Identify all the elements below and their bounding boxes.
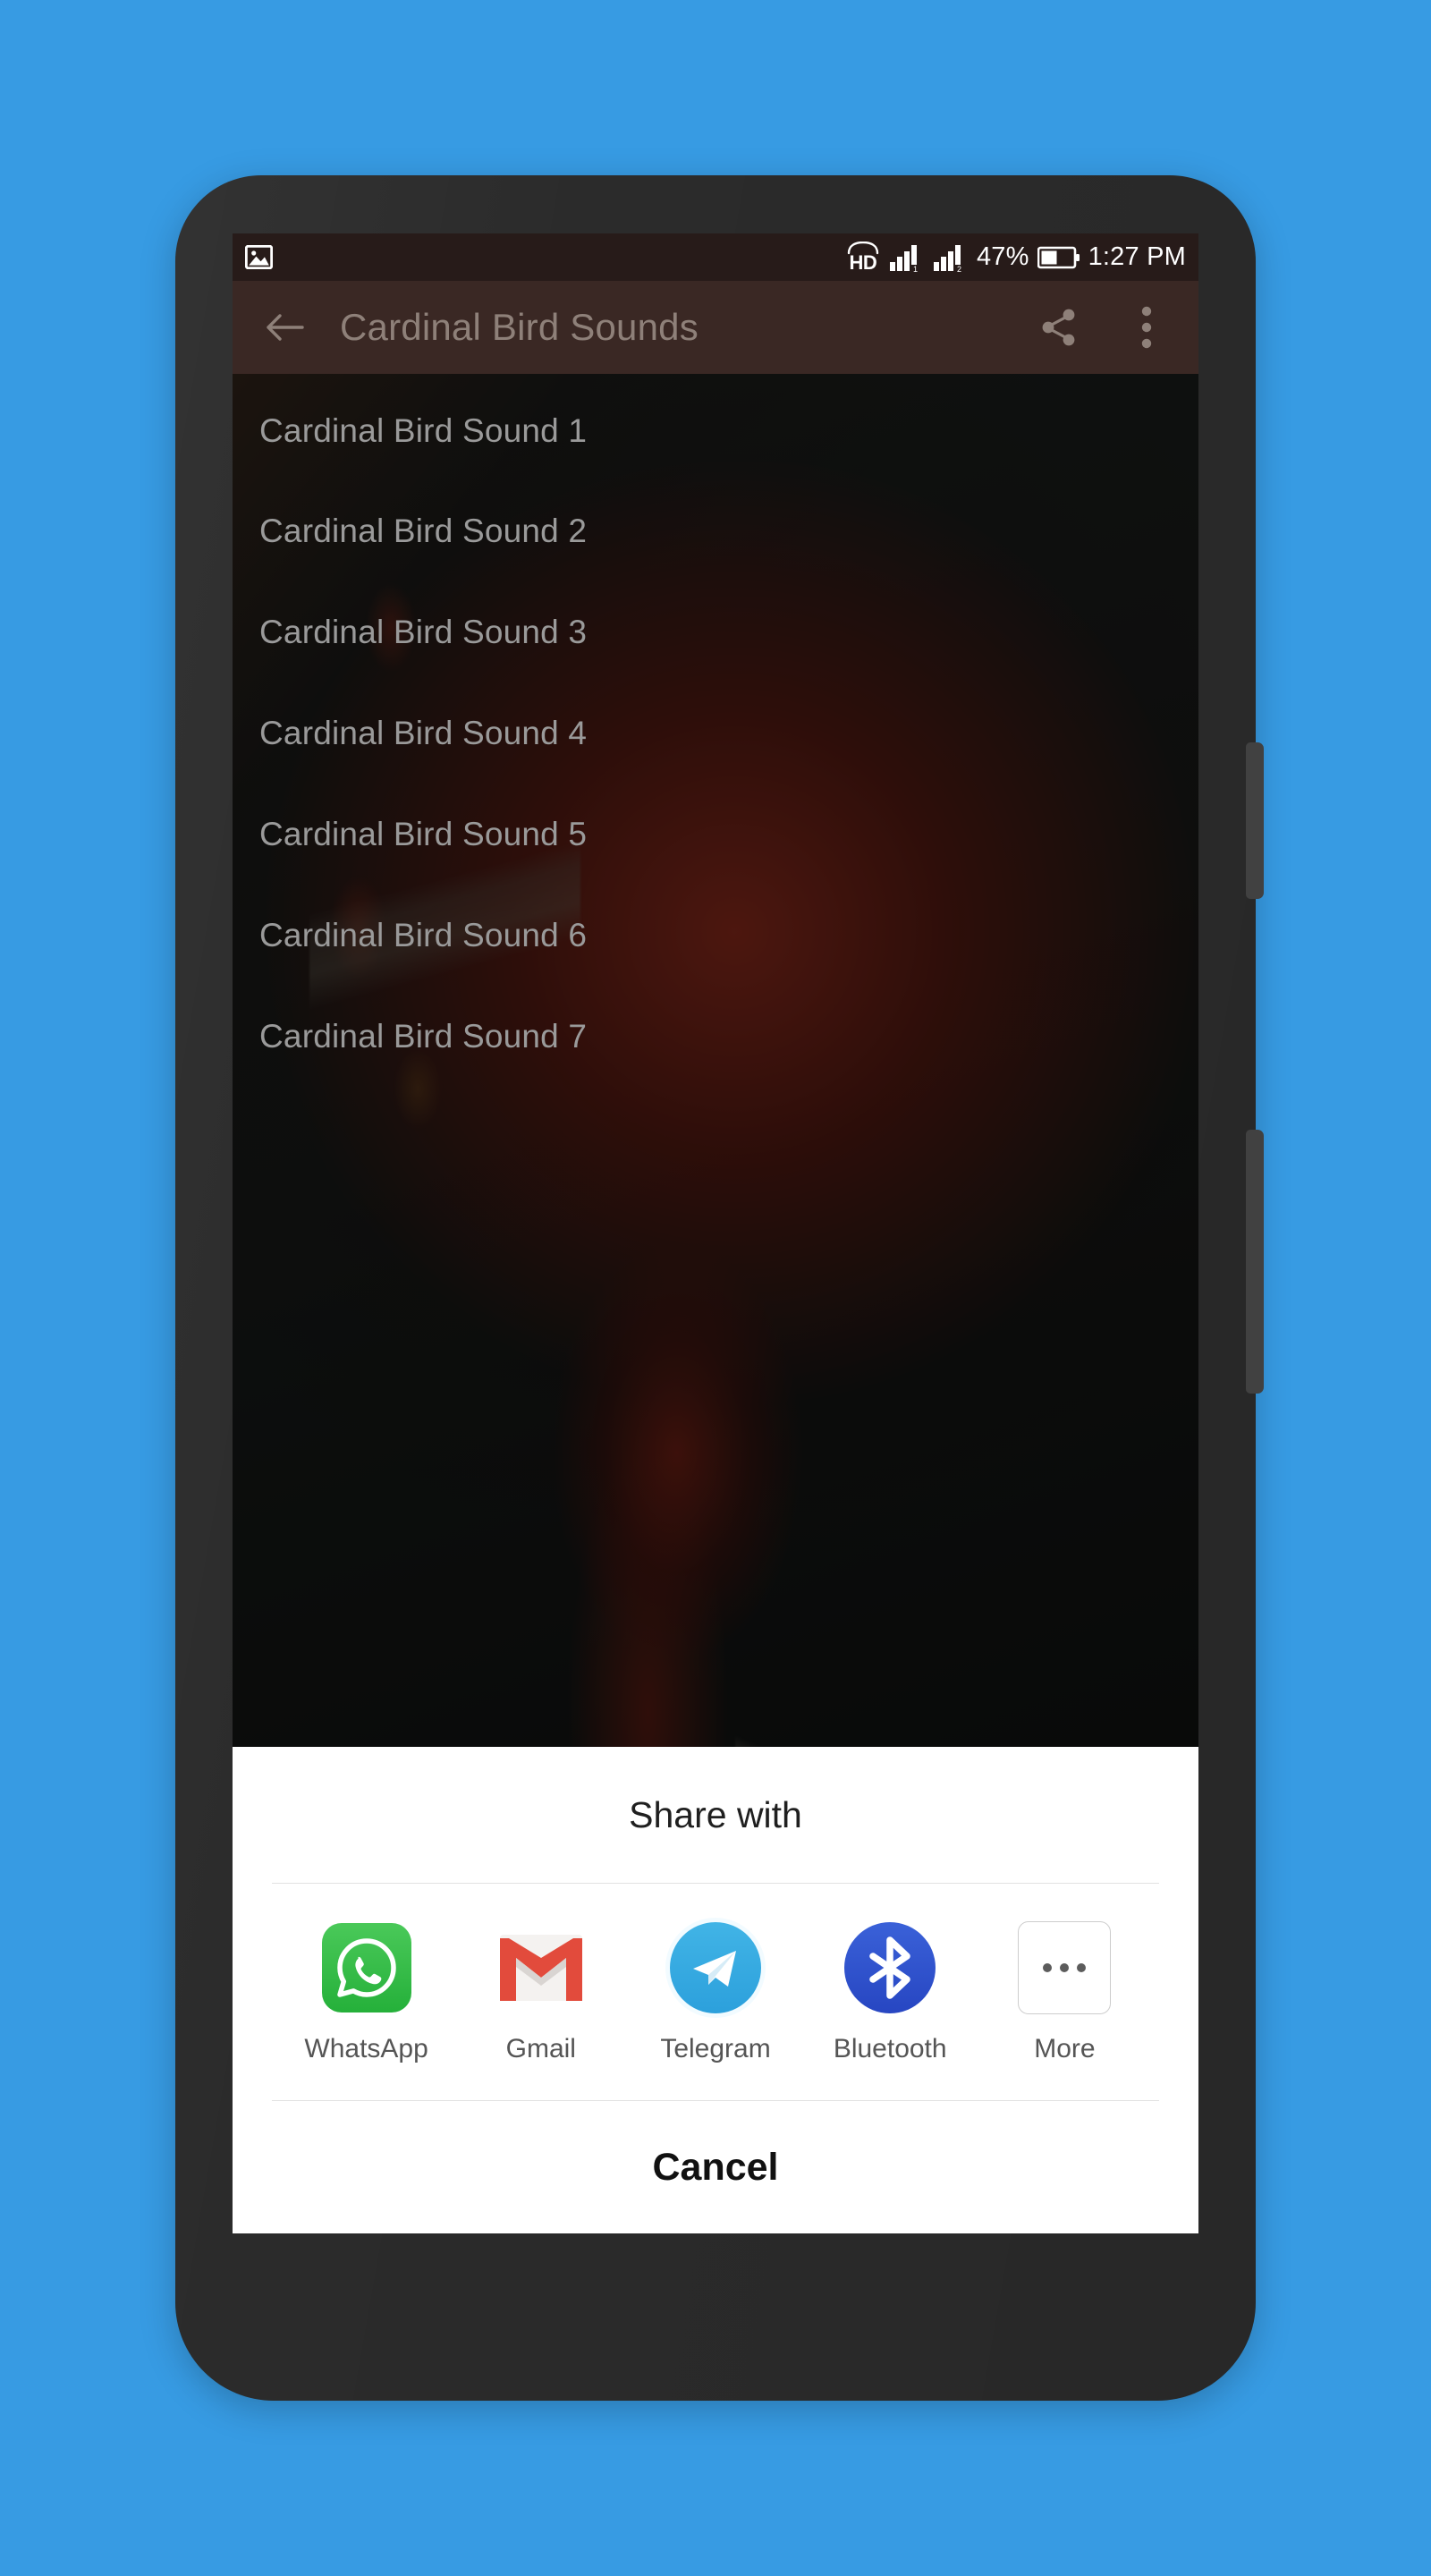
list-item[interactable]: Cardinal Bird Sound 2 [259, 490, 885, 572]
svg-text:1: 1 [913, 265, 918, 273]
bluetooth-icon [842, 1919, 938, 2016]
share-target-label: Gmail [505, 2034, 576, 2063]
share-target-list: WhatsApp Gmail Telegram Bluetooth More [233, 1884, 1198, 2100]
phone-screen: HD 1 2 47% 1:27 PM Cardinal Bird Sounds … [233, 233, 1198, 2233]
share-target-more[interactable]: More [978, 1919, 1152, 2064]
list-item[interactable]: Cardinal Bird Sound 7 [259, 996, 885, 1078]
battery-percent-label: 47% [976, 242, 1029, 271]
page-title: Cardinal Bird Sounds [340, 306, 699, 348]
more-dots-icon [1016, 1919, 1113, 2016]
battery-half-icon [1037, 246, 1080, 268]
list-item-label: Cardinal Bird Sound 2 [259, 513, 588, 549]
list-item[interactable]: Cardinal Bird Sound 5 [259, 793, 885, 876]
gallery-image-icon [245, 245, 273, 269]
share-target-label: WhatsApp [304, 2034, 428, 2063]
list-item[interactable]: Cardinal Bird Sound 1 [259, 390, 885, 472]
volte-hd-icon: HD [845, 242, 881, 273]
back-button[interactable] [256, 299, 313, 356]
list-item-label: Cardinal Bird Sound 7 [259, 1018, 588, 1055]
gmail-icon [493, 1919, 589, 2016]
list-item-label: Cardinal Bird Sound 1 [259, 412, 588, 449]
more-dot-2 [1060, 1963, 1070, 1972]
status-bar-notifications [245, 245, 273, 269]
share-target-label: Telegram [660, 2034, 771, 2063]
share-icon [1042, 309, 1075, 346]
overflow-menu-icon [1141, 306, 1152, 349]
share-target-bluetooth[interactable]: Bluetooth [803, 1919, 978, 2064]
sound-list-screen: Cardinal Bird Sound 1 Cardinal Bird Soun… [233, 374, 1198, 2233]
more-dot-1 [1043, 1963, 1053, 1972]
overflow-menu-button[interactable] [1118, 299, 1175, 356]
back-arrow-icon [267, 314, 304, 341]
more-dot-3 [1077, 1963, 1087, 1972]
signal-bars-sim1-icon: 1 [889, 244, 918, 273]
clock-label: 1:27 PM [1088, 242, 1186, 271]
power-button[interactable] [1246, 1130, 1264, 1394]
share-target-gmail[interactable]: Gmail [453, 1919, 628, 2064]
list-item[interactable]: Cardinal Bird Sound 3 [259, 591, 885, 674]
signal-bars-sim2-icon: 2 [933, 244, 961, 273]
share-target-label: Bluetooth [833, 2034, 947, 2063]
share-sheet-title: Share with [629, 1793, 802, 1835]
list-item-label: Cardinal Bird Sound 3 [259, 614, 588, 650]
phone-device-frame: HD 1 2 47% 1:27 PM Cardinal Bird Sounds … [175, 175, 1264, 2401]
list-item-label: Cardinal Bird Sound 6 [259, 917, 588, 953]
list-item-label: Cardinal Bird Sound 4 [259, 715, 588, 751]
share-bottom-sheet: Share with WhatsApp Gmail Telegram Bluet… [233, 1747, 1198, 2233]
share-target-whatsapp[interactable]: WhatsApp [279, 1919, 453, 2064]
status-bar: HD 1 2 47% 1:27 PM [233, 233, 1198, 281]
app-action-bar: Cardinal Bird Sounds [233, 281, 1198, 374]
list-item[interactable]: Cardinal Bird Sound 6 [259, 894, 885, 977]
list-item-label: Cardinal Bird Sound 5 [259, 816, 588, 852]
share-button[interactable] [1030, 299, 1088, 356]
svg-text:2: 2 [957, 265, 961, 273]
share-target-label: More [1034, 2034, 1096, 2063]
list-item[interactable]: Cardinal Bird Sound 4 [259, 692, 885, 775]
whatsapp-icon [318, 1919, 415, 2016]
share-target-telegram[interactable]: Telegram [628, 1919, 802, 2064]
cancel-button[interactable]: Cancel [233, 2101, 1198, 2233]
action-bar-buttons [1030, 299, 1175, 356]
volume-rocker[interactable] [1246, 742, 1264, 899]
telegram-icon [667, 1919, 764, 2016]
status-bar-indicators: HD 1 2 47% 1:27 PM [845, 242, 1186, 273]
